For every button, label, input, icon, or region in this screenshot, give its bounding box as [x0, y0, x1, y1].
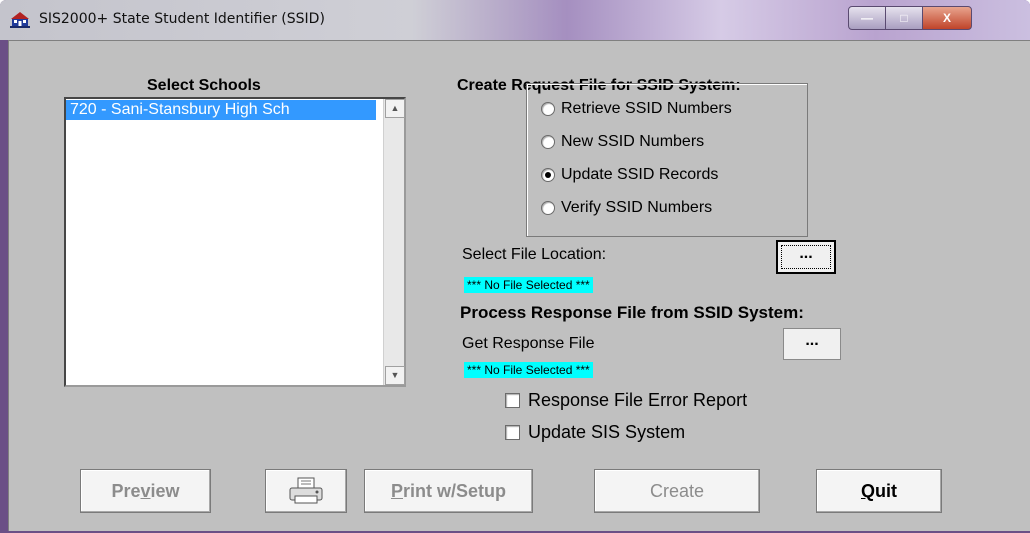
- create-label: Create: [649, 480, 705, 501]
- process-response-heading: Process Response File from SSID System:: [460, 303, 804, 322]
- scroll-down-icon[interactable]: ▼: [385, 366, 405, 385]
- preview-label-c: iew: [150, 480, 180, 501]
- school-building-icon: [10, 12, 30, 28]
- print-label-a: P: [390, 480, 403, 501]
- close-button[interactable]: X: [922, 6, 972, 30]
- update-sis-checkbox[interactable]: [505, 425, 520, 440]
- client-area: Select Schools 720 - Sani-Stansbury High…: [8, 40, 1030, 531]
- error-report-checkbox[interactable]: [505, 393, 520, 408]
- request-options-group: Retrieve SSID Numbers New SSID Numbers U…: [526, 83, 808, 237]
- radio-verify-ssid[interactable]: Verify SSID Numbers: [541, 199, 712, 217]
- preview-label-a: Pre: [111, 480, 141, 501]
- preview-button[interactable]: Pre v iew: [80, 469, 211, 513]
- print-label-b: rint w/Setup: [403, 480, 506, 501]
- window-title: SIS2000+ State Student Identifier (SSID): [39, 11, 325, 27]
- radio-selected-dot: [545, 172, 551, 178]
- list-item[interactable]: 720 - Sani-Stansbury High Sch: [66, 100, 376, 120]
- radio-label: Update SSID Records: [561, 166, 719, 183]
- maximize-button[interactable]: □: [885, 6, 923, 30]
- radio-retrieve-ssid[interactable]: Retrieve SSID Numbers: [541, 100, 732, 118]
- radio-button[interactable]: [541, 135, 555, 149]
- print-setup-button[interactable]: Print w/Setup: [364, 469, 533, 513]
- scroll-up-icon[interactable]: ▲: [385, 99, 405, 118]
- radio-label: New SSID Numbers: [561, 133, 705, 150]
- quit-label-b: uit: [875, 480, 897, 501]
- response-no-file-text: *** No File Selected ***: [464, 362, 593, 378]
- printer-icon: [289, 477, 323, 504]
- radio-button[interactable]: [541, 102, 555, 116]
- radio-button[interactable]: [541, 168, 555, 182]
- request-browse-button[interactable]: ...: [776, 240, 836, 274]
- select-schools-label: Select Schools: [147, 77, 261, 94]
- minimize-icon: —: [861, 11, 873, 25]
- update-sis-label: Update SIS System: [528, 422, 686, 442]
- get-response-file-label: Get Response File: [462, 335, 595, 352]
- schools-listbox[interactable]: 720 - Sani-Stansbury High Sch ▲ ▼: [64, 97, 406, 387]
- response-browse-button[interactable]: ...: [783, 328, 841, 360]
- request-no-file-text: *** No File Selected ***: [464, 277, 593, 293]
- radio-label: Retrieve SSID Numbers: [561, 100, 732, 117]
- select-file-location-label: Select File Location:: [462, 246, 607, 263]
- radio-label: Verify SSID Numbers: [561, 199, 713, 216]
- error-report-label: Response File Error Report: [528, 390, 748, 410]
- error-report-checkbox-row[interactable]: Response File Error Report: [505, 390, 747, 411]
- preview-label-b: v: [140, 480, 151, 501]
- ssid-window: SIS2000+ State Student Identifier (SSID)…: [0, 0, 1030, 533]
- radio-new-ssid[interactable]: New SSID Numbers: [541, 133, 704, 151]
- print-icon-button[interactable]: [265, 469, 347, 513]
- quit-button[interactable]: Quit: [816, 469, 942, 513]
- close-icon: X: [942, 11, 951, 25]
- listbox-scrollbar[interactable]: ▲ ▼: [383, 99, 405, 385]
- quit-label-a: Q: [860, 480, 875, 501]
- radio-button[interactable]: [541, 201, 555, 215]
- minimize-button[interactable]: —: [848, 6, 886, 30]
- radio-update-ssid[interactable]: Update SSID Records: [541, 166, 718, 184]
- maximize-icon: □: [900, 11, 908, 25]
- update-sis-checkbox-row[interactable]: Update SIS System: [505, 422, 685, 443]
- title-bar[interactable]: SIS2000+ State Student Identifier (SSID)…: [0, 0, 1030, 40]
- create-button[interactable]: Create: [594, 469, 760, 513]
